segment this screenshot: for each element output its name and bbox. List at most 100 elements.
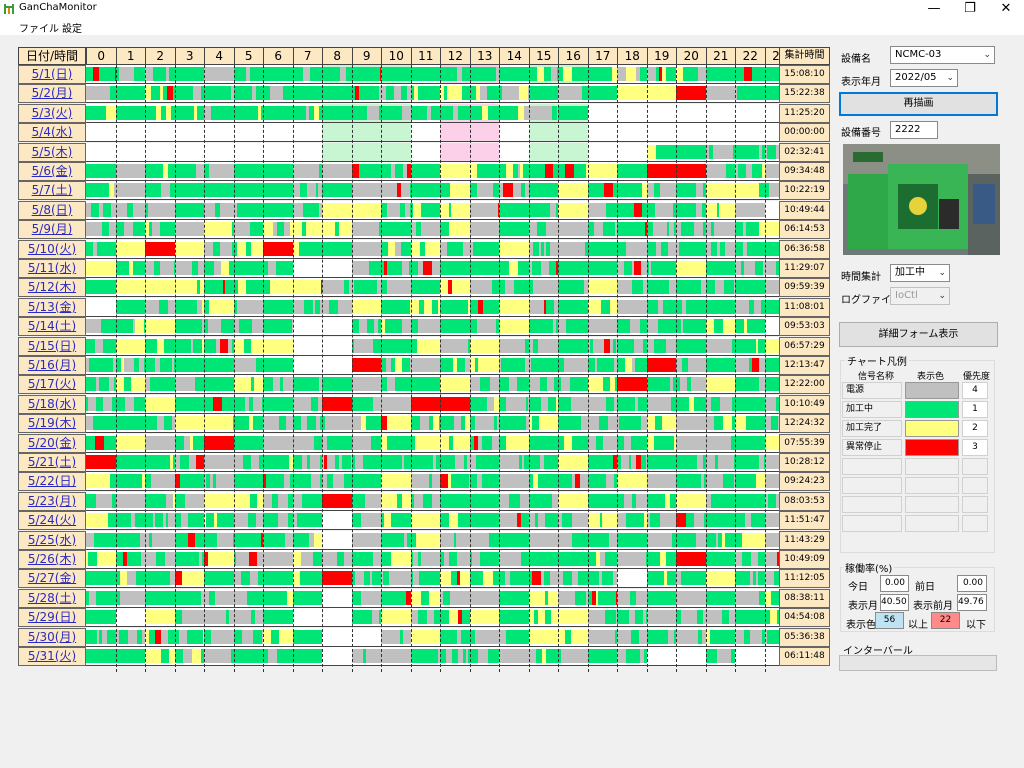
- status-segment: [445, 455, 455, 469]
- status-segment: [322, 493, 331, 508]
- chart-legend-title: チャート凡例: [845, 353, 909, 368]
- status-segment: [329, 241, 340, 256]
- date-link[interactable]: 5/11(水): [18, 259, 86, 278]
- status-segment: [558, 105, 567, 120]
- redraw-button[interactable]: 再描画: [839, 92, 998, 116]
- status-segment: [624, 532, 634, 547]
- date-link[interactable]: 5/8(日): [18, 200, 86, 220]
- status-segment: [174, 649, 184, 663]
- date-link[interactable]: 5/17(火): [18, 375, 86, 395]
- status-segment: [362, 455, 373, 469]
- legend-empty-cell: [842, 477, 902, 494]
- total-time-value: 15:08:10: [779, 65, 830, 84]
- status-segment: [566, 105, 577, 120]
- status-segment: [721, 435, 732, 450]
- date-link[interactable]: 5/6(金): [18, 162, 86, 181]
- status-segment: [558, 396, 568, 411]
- date-link[interactable]: 5/19(木): [18, 414, 86, 434]
- status-segment: [625, 67, 637, 81]
- status-segment: [617, 590, 626, 605]
- date-link[interactable]: 5/20(金): [18, 433, 86, 453]
- status-segment: [696, 532, 706, 547]
- date-link[interactable]: 5/28(土): [18, 588, 86, 608]
- menu-file[interactable]: ファイル: [19, 20, 59, 35]
- date-link[interactable]: 5/25(水): [18, 530, 86, 550]
- status-segment: [469, 222, 479, 237]
- status-segment: [296, 649, 306, 663]
- total-time-value: 10:10:49: [779, 394, 830, 414]
- date-link[interactable]: 5/26(木): [18, 550, 86, 569]
- menu-settings[interactable]: 設定: [62, 20, 82, 35]
- date-link[interactable]: 5/27(金): [18, 569, 86, 589]
- minimize-button[interactable]: —: [916, 0, 952, 18]
- status-segment: [772, 86, 779, 101]
- date-link[interactable]: 5/5(木): [18, 142, 86, 162]
- status-segment: [705, 435, 715, 450]
- display-month-select[interactable]: 2022/05 ⌄: [890, 69, 958, 87]
- close-button[interactable]: ✕: [988, 0, 1024, 18]
- status-segment: [646, 144, 657, 159]
- status-segment: [705, 455, 716, 469]
- hour-header-16: 16: [558, 47, 589, 65]
- date-link[interactable]: 5/7(土): [18, 181, 86, 201]
- legend-signal-name: 加工中: [842, 401, 902, 418]
- status-segment: [629, 416, 639, 431]
- status-segment: [263, 377, 274, 392]
- equipment-name-select[interactable]: NCMC-03 ⌄: [890, 46, 995, 64]
- status-segment: [482, 571, 493, 586]
- maximize-button[interactable]: ❐: [952, 0, 988, 18]
- status-segment: [233, 455, 244, 469]
- date-link[interactable]: 5/24(火): [18, 511, 86, 531]
- status-segment: [742, 552, 752, 566]
- date-link[interactable]: 5/13(金): [18, 297, 86, 317]
- equipment-no-field[interactable]: 2222: [890, 121, 938, 139]
- status-segment: [135, 183, 145, 198]
- date-link[interactable]: 5/14(土): [18, 317, 86, 337]
- status-segment: [274, 474, 285, 489]
- threshold-low-input[interactable]: 22: [931, 612, 960, 629]
- date-link[interactable]: 5/1(日): [18, 65, 86, 84]
- status-segment: [568, 280, 578, 295]
- date-link[interactable]: 5/4(水): [18, 123, 86, 143]
- time-total-select[interactable]: 加工中 ⌄: [890, 264, 950, 282]
- detail-form-button[interactable]: 詳細フォーム表示: [839, 322, 998, 347]
- status-segment: [135, 86, 145, 101]
- date-link[interactable]: 5/16(月): [18, 356, 86, 375]
- date-link[interactable]: 5/18(水): [18, 394, 86, 414]
- date-link[interactable]: 5/9(月): [18, 220, 86, 240]
- status-segment: [415, 280, 426, 295]
- date-link[interactable]: 5/2(月): [18, 84, 86, 104]
- status-segment: [486, 299, 497, 314]
- status-segment: [444, 67, 455, 81]
- date-link[interactable]: 5/29(日): [18, 608, 86, 628]
- date-link[interactable]: 5/10(火): [18, 239, 86, 259]
- status-segment: [310, 474, 320, 489]
- total-time-value: 09:24:23: [779, 472, 830, 492]
- date-link[interactable]: 5/22(日): [18, 472, 86, 492]
- status-segment: [281, 396, 290, 411]
- status-segment: [767, 164, 777, 178]
- status-segment: [735, 319, 745, 334]
- date-link[interactable]: 5/30(月): [18, 627, 86, 647]
- date-link[interactable]: 5/15(日): [18, 336, 86, 356]
- status-segment: [218, 358, 229, 372]
- status-segment: [511, 532, 522, 547]
- status-segment: [383, 455, 393, 469]
- date-link[interactable]: 5/12(木): [18, 278, 86, 298]
- status-segment: [309, 629, 320, 644]
- status-segment: [469, 649, 479, 663]
- status-segment: [204, 86, 214, 101]
- status-segment: [190, 222, 200, 237]
- date-link[interactable]: 5/3(火): [18, 103, 86, 123]
- date-link[interactable]: 5/31(火): [18, 647, 86, 666]
- threshold-high-input[interactable]: 56: [875, 612, 904, 629]
- log-file-select[interactable]: IoCtl ⌄: [890, 287, 950, 305]
- status-segment: [710, 396, 720, 411]
- status-segment: [598, 590, 608, 605]
- date-link[interactable]: 5/23(月): [18, 491, 86, 511]
- date-link[interactable]: 5/21(土): [18, 453, 86, 472]
- status-segment: [188, 299, 198, 314]
- status-segment: [735, 416, 744, 431]
- status-segment: [270, 86, 280, 101]
- status-segment: [676, 455, 685, 469]
